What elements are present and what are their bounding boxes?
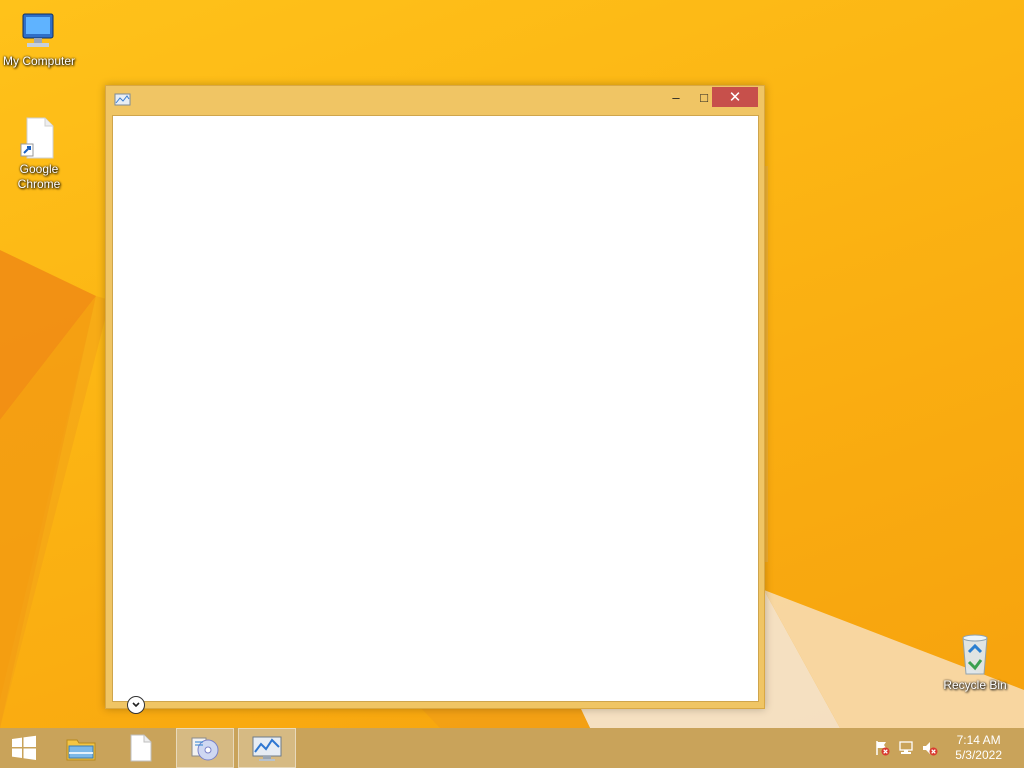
blank-file-icon [130,734,152,762]
window-content [112,115,759,714]
desktop-icon-label: Google Chrome [17,162,61,191]
taskbar-media-app[interactable] [176,728,234,768]
expand-button[interactable] [127,696,145,714]
maximize-icon: □ [700,89,708,105]
desktop-icon-label: Recycle Bin [943,678,1007,692]
desktop-icon-label: My Computer [2,54,76,68]
app-icon [114,93,131,106]
start-button[interactable] [0,728,48,768]
recycle-bin-icon [962,634,988,675]
taskbar-clock[interactable]: 7:14 AM 5/3/2022 [955,733,1002,763]
taskbar: 7:14 AM 5/3/2022 [0,728,1024,768]
action-center-flag-icon[interactable] [874,740,890,756]
close-button[interactable]: ✕ [712,87,758,107]
chevron-down-icon [132,702,140,708]
desktop-icon-recycle-bin[interactable]: Recycle Bin [936,632,1014,693]
minimize-button[interactable]: – [662,87,690,107]
taskbar-performance-monitor[interactable] [238,728,296,768]
taskbar-blank-file[interactable] [114,728,168,768]
taskbar-file-explorer[interactable] [54,728,108,768]
file-explorer-icon [66,739,96,761]
media-app-icon [191,737,219,761]
close-icon: ✕ [728,89,742,106]
desktop-icon-my-computer[interactable]: My Computer [0,10,78,69]
network-icon[interactable] [898,740,914,756]
window-titlebar[interactable]: – □ ✕ [106,86,764,114]
minimize-icon: – [672,89,680,105]
app-window[interactable]: – □ ✕ [105,85,765,714]
computer-icon [22,13,54,47]
clock-date: 5/3/2022 [955,748,1002,762]
performance-monitor-icon [252,736,282,761]
shortcut-file-icon [20,117,54,159]
volume-muted-icon[interactable] [922,740,938,756]
desktop-icon-google-chrome[interactable]: Google Chrome [0,116,78,192]
start-icon [12,735,36,760]
clock-time: 7:14 AM [956,733,1001,747]
